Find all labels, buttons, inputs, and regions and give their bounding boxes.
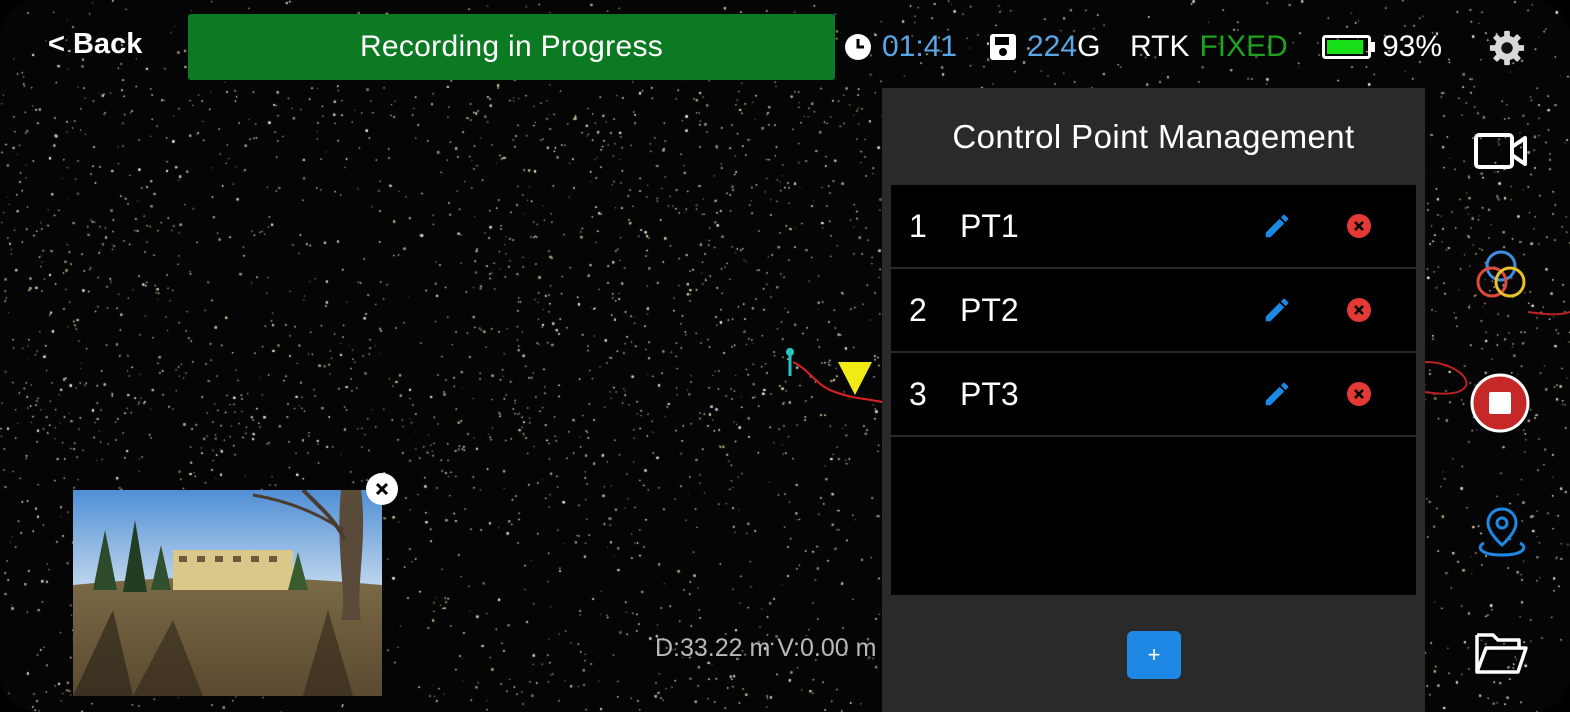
recording-banner: Recording in Progress bbox=[188, 14, 835, 80]
control-point-list: 1 PT1 2 PT2 3 PT3 bbox=[891, 185, 1416, 595]
rgb-circles-icon[interactable] bbox=[1473, 247, 1529, 303]
rtk-status: RTK FIXED bbox=[1130, 26, 1288, 68]
gear-icon[interactable] bbox=[1488, 29, 1526, 67]
rtk-fix-status: FIXED bbox=[1199, 30, 1288, 63]
battery-fill bbox=[1327, 40, 1364, 54]
point-index: 3 bbox=[909, 375, 927, 412]
clock-icon bbox=[845, 34, 871, 60]
timer-status: 01:41 bbox=[843, 26, 957, 68]
camera-preview-thumbnail[interactable] bbox=[73, 490, 382, 696]
close-icon bbox=[375, 482, 389, 496]
battery-percent: 93% bbox=[1382, 30, 1443, 63]
storage-unit: G bbox=[1077, 30, 1101, 63]
point-index: 2 bbox=[909, 291, 927, 328]
map-pin-icon[interactable] bbox=[1474, 503, 1530, 559]
point-index: 1 bbox=[909, 207, 927, 244]
stop-record-icon[interactable] bbox=[1470, 373, 1530, 433]
close-preview-button[interactable] bbox=[366, 473, 398, 505]
storage-status: 224 G bbox=[988, 26, 1100, 68]
back-button[interactable]: < Back bbox=[48, 28, 142, 61]
panorama-image bbox=[73, 490, 382, 696]
storage-value: 224 bbox=[1027, 30, 1078, 63]
list-item[interactable]: 3 PT3 bbox=[891, 353, 1416, 437]
pencil-icon[interactable] bbox=[1262, 211, 1292, 241]
pencil-icon[interactable] bbox=[1262, 295, 1292, 325]
pencil-icon[interactable] bbox=[1262, 379, 1292, 409]
video-camera-icon[interactable] bbox=[1474, 130, 1528, 172]
point-cloud-viewport[interactable]: < Back Recording in Progress 01:41 224 G … bbox=[0, 0, 1570, 712]
timer-value: 01:41 bbox=[882, 30, 958, 63]
delete-x-icon[interactable] bbox=[1346, 297, 1372, 323]
add-control-point-button[interactable]: + bbox=[1127, 631, 1181, 679]
panel-title: Control Point Management bbox=[952, 118, 1355, 155]
point-name: PT2 bbox=[960, 291, 1019, 328]
folder-icon[interactable] bbox=[1474, 628, 1528, 676]
delete-x-icon[interactable] bbox=[1346, 213, 1372, 239]
sd-card-icon bbox=[990, 34, 1016, 60]
rtk-label: RTK bbox=[1130, 30, 1190, 63]
battery-icon bbox=[1322, 35, 1375, 59]
control-point-panel: Control Point Management 1 PT1 2 PT2 3 P… bbox=[882, 88, 1425, 712]
battery-status: 93% bbox=[1322, 26, 1442, 68]
list-item[interactable]: 1 PT1 bbox=[891, 185, 1416, 269]
delete-x-icon[interactable] bbox=[1346, 381, 1372, 407]
point-name: PT1 bbox=[960, 207, 1019, 244]
list-item[interactable]: 2 PT2 bbox=[891, 269, 1416, 353]
point-name: PT3 bbox=[960, 375, 1019, 412]
distance-readout: D:33.22 m V:0.00 m bbox=[655, 634, 877, 662]
